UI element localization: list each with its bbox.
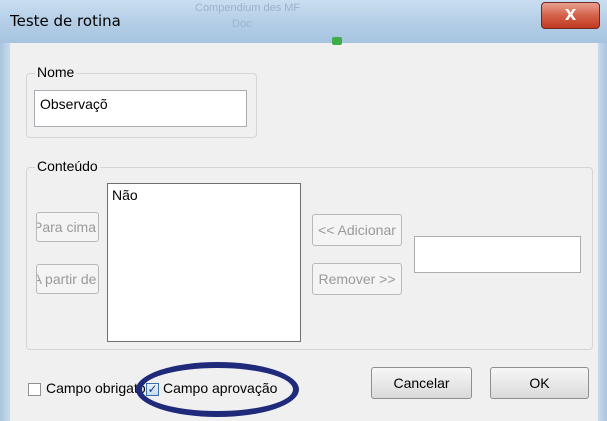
para-cima-label: Para cima xyxy=(36,219,97,235)
window-title: Teste de rotina xyxy=(10,12,121,30)
conteudo-legend: Conteúdo xyxy=(35,158,100,174)
a-partir-de-label: A partir de xyxy=(36,271,97,287)
window-frame-left xyxy=(0,43,10,421)
background-ghost-text: Compendium des MF xyxy=(195,2,301,14)
campo-obrigatorio-label[interactable]: Campo obrigatório xyxy=(46,380,148,396)
nome-field-value: Observaçõ xyxy=(40,96,108,112)
background-ghost-text-2: Doc xyxy=(232,18,252,30)
adicionar-label: << Adicionar xyxy=(318,222,396,238)
conteudo-listbox[interactable]: Não xyxy=(107,183,301,342)
ok-label: OK xyxy=(529,375,550,391)
dialog-window: Teste de rotina Compendium des MF Doc X … xyxy=(0,0,607,421)
close-icon: X xyxy=(564,6,577,24)
cancelar-button[interactable]: Cancelar xyxy=(371,367,472,399)
para-cima-button[interactable]: Para cima xyxy=(36,212,99,242)
window-frame-right xyxy=(598,43,607,421)
close-button[interactable]: X xyxy=(541,2,600,29)
adicionar-button[interactable]: << Adicionar xyxy=(312,214,402,246)
ok-button[interactable]: OK xyxy=(490,367,589,399)
background-green-mark xyxy=(332,37,342,45)
campo-obrigatorio-checkbox[interactable] xyxy=(28,383,41,396)
remover-button[interactable]: Remover >> xyxy=(312,263,402,295)
title-bar[interactable]: Teste de rotina Compendium des MF Doc X xyxy=(0,0,607,45)
nome-field[interactable]: Observaçõ xyxy=(34,90,247,127)
a-partir-de-button[interactable]: A partir de xyxy=(36,264,99,294)
list-item[interactable]: Não xyxy=(112,187,138,203)
remover-label: Remover >> xyxy=(318,271,396,287)
nome-legend: Nome xyxy=(35,64,77,80)
highlight-ellipse xyxy=(136,362,299,417)
cancelar-label: Cancelar xyxy=(393,375,450,391)
new-item-field[interactable] xyxy=(414,236,581,273)
